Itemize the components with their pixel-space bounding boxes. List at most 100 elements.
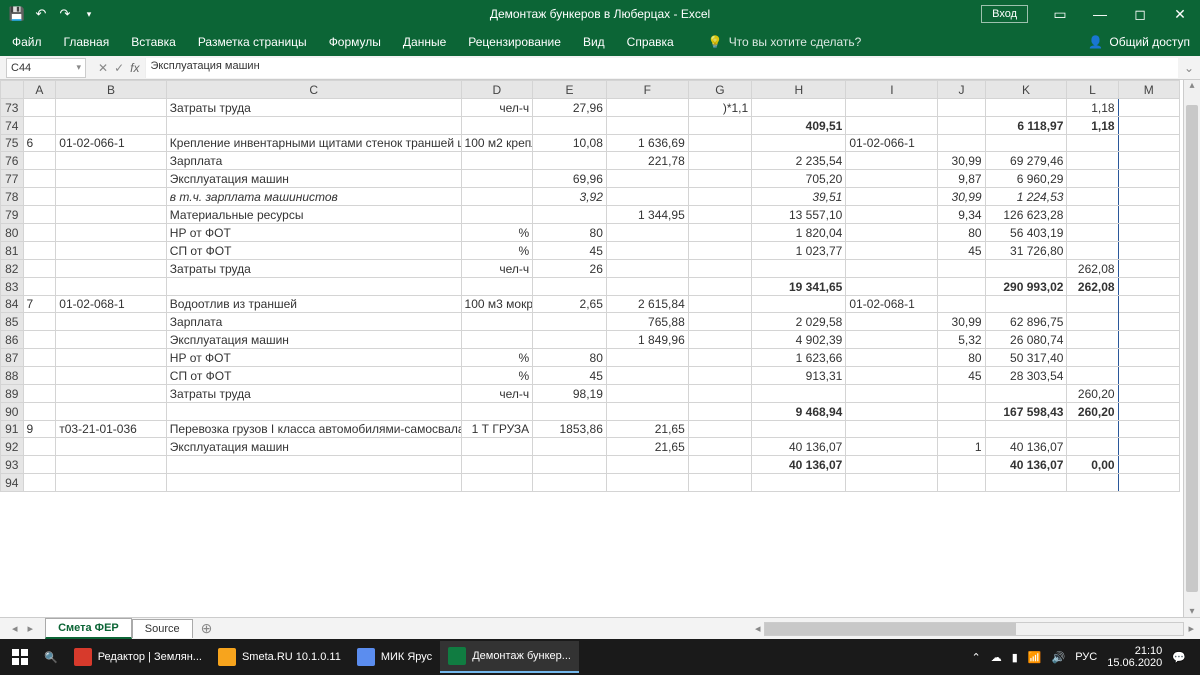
sheet-nav-next-icon[interactable]: ▸ <box>28 622 34 635</box>
cell[interactable] <box>56 278 167 296</box>
cell[interactable] <box>56 99 167 117</box>
column-header[interactable]: E <box>533 81 607 99</box>
cell[interactable]: 4 902,39 <box>752 331 846 349</box>
cell[interactable]: 2 235,54 <box>752 152 846 170</box>
column-header[interactable]: L <box>1067 81 1118 99</box>
cell[interactable]: 7 <box>23 296 56 313</box>
cell[interactable]: 765,88 <box>606 313 688 331</box>
undo-icon[interactable]: ↶ <box>30 3 52 25</box>
cell[interactable] <box>56 224 167 242</box>
spreadsheet-grid[interactable]: ABCDEFGHIJKLM73Затраты трудачел-ч27,96)*… <box>0 80 1183 617</box>
cell[interactable] <box>1118 224 1179 242</box>
cell[interactable]: 27,96 <box>533 99 607 117</box>
cell[interactable]: 290 993,02 <box>985 278 1067 296</box>
cell[interactable] <box>23 438 56 456</box>
cell[interactable]: Затраты труда <box>166 260 461 278</box>
minimize-icon[interactable]: — <box>1080 0 1120 28</box>
enter-formula-icon[interactable]: ✓ <box>114 61 124 75</box>
taskbar-app[interactable]: Демонтаж бункер... <box>440 641 579 673</box>
cell[interactable] <box>606 99 688 117</box>
cell[interactable] <box>461 152 533 170</box>
cell[interactable] <box>985 421 1067 438</box>
column-header[interactable]: K <box>985 81 1067 99</box>
cell[interactable]: Затраты труда <box>166 99 461 117</box>
cell[interactable]: Эксплуатация машин <box>166 331 461 349</box>
cell[interactable] <box>1067 474 1118 492</box>
cell[interactable] <box>56 117 167 135</box>
column-header[interactable]: J <box>938 81 985 99</box>
cell[interactable] <box>606 367 688 385</box>
cell[interactable]: 1 820,04 <box>752 224 846 242</box>
cell[interactable]: 21,65 <box>606 421 688 438</box>
cell[interactable] <box>56 313 167 331</box>
cell[interactable]: 01-02-068-1 <box>846 296 938 313</box>
select-all-cell[interactable] <box>1 81 24 99</box>
cell[interactable]: 1 <box>938 438 985 456</box>
notifications-icon[interactable]: 💬 <box>1172 651 1186 664</box>
cell[interactable] <box>1067 152 1118 170</box>
cell[interactable] <box>23 152 56 170</box>
cell[interactable] <box>166 117 461 135</box>
cell[interactable] <box>23 349 56 367</box>
cell[interactable]: )*1,1 <box>688 99 751 117</box>
cell[interactable] <box>985 260 1067 278</box>
cell[interactable] <box>461 403 533 421</box>
cell[interactable] <box>752 260 846 278</box>
row-header[interactable]: 88 <box>1 367 24 385</box>
cell[interactable] <box>846 385 938 403</box>
cell[interactable]: 13 557,10 <box>752 206 846 224</box>
cell[interactable] <box>1118 242 1179 260</box>
cell[interactable] <box>688 296 751 313</box>
row-header[interactable]: 75 <box>1 135 24 152</box>
cell[interactable] <box>938 385 985 403</box>
cell[interactable] <box>461 313 533 331</box>
name-box[interactable]: C44 ▾ <box>6 58 86 78</box>
cell[interactable]: 409,51 <box>752 117 846 135</box>
share-button[interactable]: 👤 Общий доступ <box>1088 35 1190 49</box>
cell[interactable] <box>846 474 938 492</box>
cell[interactable]: % <box>461 224 533 242</box>
cell[interactable] <box>985 385 1067 403</box>
cell[interactable] <box>23 331 56 349</box>
volume-icon[interactable]: 🔊 <box>1052 651 1066 664</box>
cell[interactable] <box>1118 313 1179 331</box>
cell[interactable]: 45 <box>533 367 607 385</box>
cell[interactable]: 2 029,58 <box>752 313 846 331</box>
cell[interactable] <box>1067 438 1118 456</box>
cell[interactable]: 221,78 <box>606 152 688 170</box>
cell[interactable]: 98,19 <box>533 385 607 403</box>
cell[interactable] <box>56 260 167 278</box>
cell[interactable]: 45 <box>938 367 985 385</box>
cell[interactable] <box>846 224 938 242</box>
cell[interactable] <box>56 438 167 456</box>
cell[interactable] <box>752 421 846 438</box>
row-header[interactable]: 79 <box>1 206 24 224</box>
cell[interactable]: СП от ФОТ <box>166 367 461 385</box>
cell[interactable]: 1 344,95 <box>606 206 688 224</box>
cell[interactable] <box>688 260 751 278</box>
cell[interactable]: 260,20 <box>1067 385 1118 403</box>
cell[interactable] <box>56 331 167 349</box>
column-header[interactable]: H <box>752 81 846 99</box>
cell[interactable] <box>688 313 751 331</box>
cell[interactable] <box>1118 117 1179 135</box>
cell[interactable]: 01-02-068-1 <box>56 296 167 313</box>
cell[interactable] <box>606 117 688 135</box>
row-header[interactable]: 92 <box>1 438 24 456</box>
cell[interactable] <box>23 456 56 474</box>
cell[interactable]: 62 896,75 <box>985 313 1067 331</box>
cell[interactable] <box>23 117 56 135</box>
cell[interactable]: 126 623,28 <box>985 206 1067 224</box>
cell[interactable]: Зарплата <box>166 313 461 331</box>
sheet-nav-prev-icon[interactable]: ◂ <box>12 622 18 635</box>
column-header[interactable]: I <box>846 81 938 99</box>
maximize-icon[interactable]: ◻ <box>1120 0 1160 28</box>
cell[interactable]: т03-21-01-036 <box>56 421 167 438</box>
cell[interactable] <box>846 278 938 296</box>
cell[interactable]: 1 023,77 <box>752 242 846 260</box>
cell[interactable]: 9 468,94 <box>752 403 846 421</box>
cell[interactable]: 80 <box>533 349 607 367</box>
column-header[interactable]: D <box>461 81 533 99</box>
cell[interactable] <box>56 385 167 403</box>
horizontal-scrollbar[interactable] <box>764 622 1184 636</box>
